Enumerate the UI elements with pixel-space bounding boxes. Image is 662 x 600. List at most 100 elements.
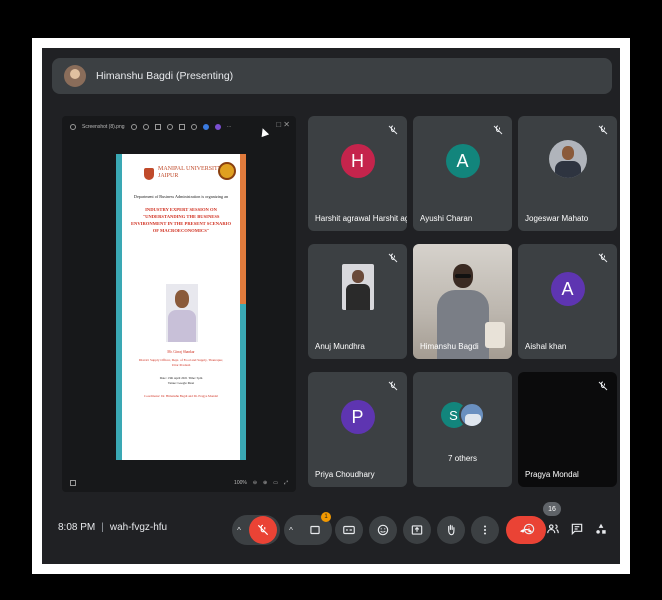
center-controls: ^ ^ 1 xyxy=(232,512,546,546)
participant-avatar: A xyxy=(550,272,585,306)
viewer-file-name: Screenshot (8).png xyxy=(82,124,125,130)
mic-control[interactable]: ^ xyxy=(232,515,280,545)
participant-photo xyxy=(458,402,485,428)
poster-title-line: ENVIRONMENT IN THE PRESENT SCENARIO xyxy=(130,221,232,227)
captions-icon xyxy=(343,525,355,535)
participant-tile[interactable]: Jogeswar Mahato xyxy=(518,116,617,231)
viewer-app-icon xyxy=(70,124,76,130)
university-name: MANIPAL UNIVERSITY JAIPUR xyxy=(158,166,222,180)
presenter-bar: Himanshu Bagdi (Presenting) xyxy=(52,58,612,94)
speaker-photo-face xyxy=(175,290,189,308)
meeting-code: wah-fvgz-hfu xyxy=(109,522,168,533)
present-options-chevron-icon[interactable]: ^ xyxy=(284,515,298,545)
others-tile[interactable]: S 7 others xyxy=(413,372,512,487)
present-icon xyxy=(310,525,320,535)
video-person-glasses xyxy=(455,274,471,278)
captions-button[interactable] xyxy=(335,516,363,544)
activities-icon xyxy=(596,523,606,534)
present-control[interactable]: ^ 1 xyxy=(284,512,332,545)
participant-name: Anuj Mundhra xyxy=(315,342,365,351)
participant-tile[interactable]: A Ayushi Charan xyxy=(413,116,512,231)
participant-tile[interactable]: H Harshit agrawal Harshit ag... xyxy=(308,116,407,231)
control-bar: 8:08 PM | wah-fvgz-hfu ^ ^ 1 16 xyxy=(42,502,620,564)
participant-tile[interactable]: P Priya Choudhary xyxy=(308,372,407,487)
meeting-time: 8:08 PM xyxy=(58,522,96,533)
chat-button[interactable] xyxy=(568,518,586,540)
emoji-button[interactable] xyxy=(369,516,397,544)
mic-options-chevron-icon[interactable]: ^ xyxy=(232,515,246,545)
poster-department: Department of Business Administration is… xyxy=(133,194,229,199)
participant-name: Pragya Mondal xyxy=(525,470,579,479)
film-strip-icon[interactable] xyxy=(70,480,76,486)
edit-icon[interactable] xyxy=(190,124,197,130)
participant-photo xyxy=(548,140,587,178)
venue-line: Venue: Google Meet xyxy=(167,381,195,386)
crop-icon[interactable] xyxy=(178,124,185,130)
separator: | xyxy=(101,522,104,533)
participant-tile[interactable]: A Aishal khan xyxy=(518,244,617,359)
zoom-out-icon[interactable]: ⊖ xyxy=(253,480,257,486)
zoom-icon[interactable] xyxy=(130,124,137,130)
chat-icon xyxy=(571,523,583,536)
more-options-icon[interactable]: ··· xyxy=(227,124,232,130)
university-city: JAIPUR xyxy=(158,173,179,180)
presenter-avatar xyxy=(64,65,86,87)
participant-avatar: H xyxy=(340,144,375,178)
people-icon xyxy=(547,524,559,534)
favorite-icon[interactable] xyxy=(166,124,173,130)
video-object xyxy=(485,322,505,348)
poster-body: MANIPAL UNIVERSITY JAIPUR Department of … xyxy=(122,154,240,460)
participant-name: Aishal khan xyxy=(525,342,567,351)
shared-screen[interactable]: Screenshot (8).png ··· □ ✕ MANIPAL UNIVE… xyxy=(62,116,296,492)
others-avatar-group: S xyxy=(440,400,485,430)
participant-photo xyxy=(341,264,374,310)
participant-avatar: A xyxy=(445,144,480,178)
participant-name: Harshit agrawal Harshit ag... xyxy=(315,214,407,223)
anniversary-badge xyxy=(218,162,236,180)
activities-button[interactable] xyxy=(592,518,610,540)
speaker-designation: District Supply Officer, Dept. of Food a… xyxy=(126,358,236,369)
poster-title-line: INDUSTRY EXPERT SESSION ON xyxy=(145,207,217,212)
raise-hand-button[interactable] xyxy=(437,516,465,544)
university-title: MANIPAL UNIVERSITY xyxy=(158,166,223,172)
mic-off-icon xyxy=(387,252,399,264)
delete-icon[interactable] xyxy=(154,124,161,130)
meeting-details-button[interactable] xyxy=(520,518,538,540)
zoom-in-icon[interactable]: ⊕ xyxy=(263,480,267,486)
event-poster: MANIPAL UNIVERSITY JAIPUR Department of … xyxy=(116,154,246,460)
participant-tile[interactable]: Pragya Mondal xyxy=(518,372,617,487)
fullscreen-icon[interactable]: ⤢ xyxy=(284,480,288,486)
more-options-button[interactable] xyxy=(471,516,499,544)
participant-tile[interactable]: Anuj Mundhra xyxy=(308,244,407,359)
share-icon[interactable] xyxy=(202,124,209,130)
zoom-level: 100% xyxy=(234,480,247,486)
window-controls-icon[interactable]: □ ✕ xyxy=(276,120,290,129)
participant-name: Jogeswar Mahato xyxy=(525,214,589,223)
meet-window: Himanshu Bagdi (Presenting) Screenshot (… xyxy=(42,48,620,564)
fit-icon[interactable]: ▭ xyxy=(273,480,278,486)
clipchamp-icon[interactable] xyxy=(214,124,221,130)
share-screen-button[interactable] xyxy=(403,516,431,544)
coordinators: Coordinator: Dr. Himanshu Bagdi and Dr. … xyxy=(144,394,218,398)
people-button[interactable] xyxy=(544,518,562,540)
participant-avatar: P xyxy=(340,400,375,434)
designation-line: Uttar Pradesh xyxy=(171,363,191,368)
poster-title-line: OF MACROECONOMICS" xyxy=(152,228,210,234)
mic-off-icon xyxy=(387,124,399,136)
participant-name: Himanshu Bagdi xyxy=(420,342,479,351)
present-button[interactable]: 1 xyxy=(301,512,331,544)
speaker-photo-shirt xyxy=(168,310,196,342)
right-controls xyxy=(520,518,610,540)
more-icon xyxy=(483,525,487,535)
rotate-icon[interactable] xyxy=(142,124,149,130)
share-screen-icon xyxy=(411,525,423,535)
mic-toggle-button[interactable] xyxy=(249,516,277,544)
emoji-icon xyxy=(377,524,389,536)
speaker-name: Mr. Girraj Shankar xyxy=(167,350,195,354)
viewer-statusbar: 100% ⊖ ⊕ ▭ ⤢ xyxy=(62,474,296,492)
participant-name: Ayushi Charan xyxy=(420,214,473,223)
mic-off-icon xyxy=(257,524,269,536)
notification-badge: 1 xyxy=(321,512,331,522)
speaker-photo xyxy=(166,284,198,342)
participant-video-tile[interactable]: Himanshu Bagdi xyxy=(413,244,512,359)
